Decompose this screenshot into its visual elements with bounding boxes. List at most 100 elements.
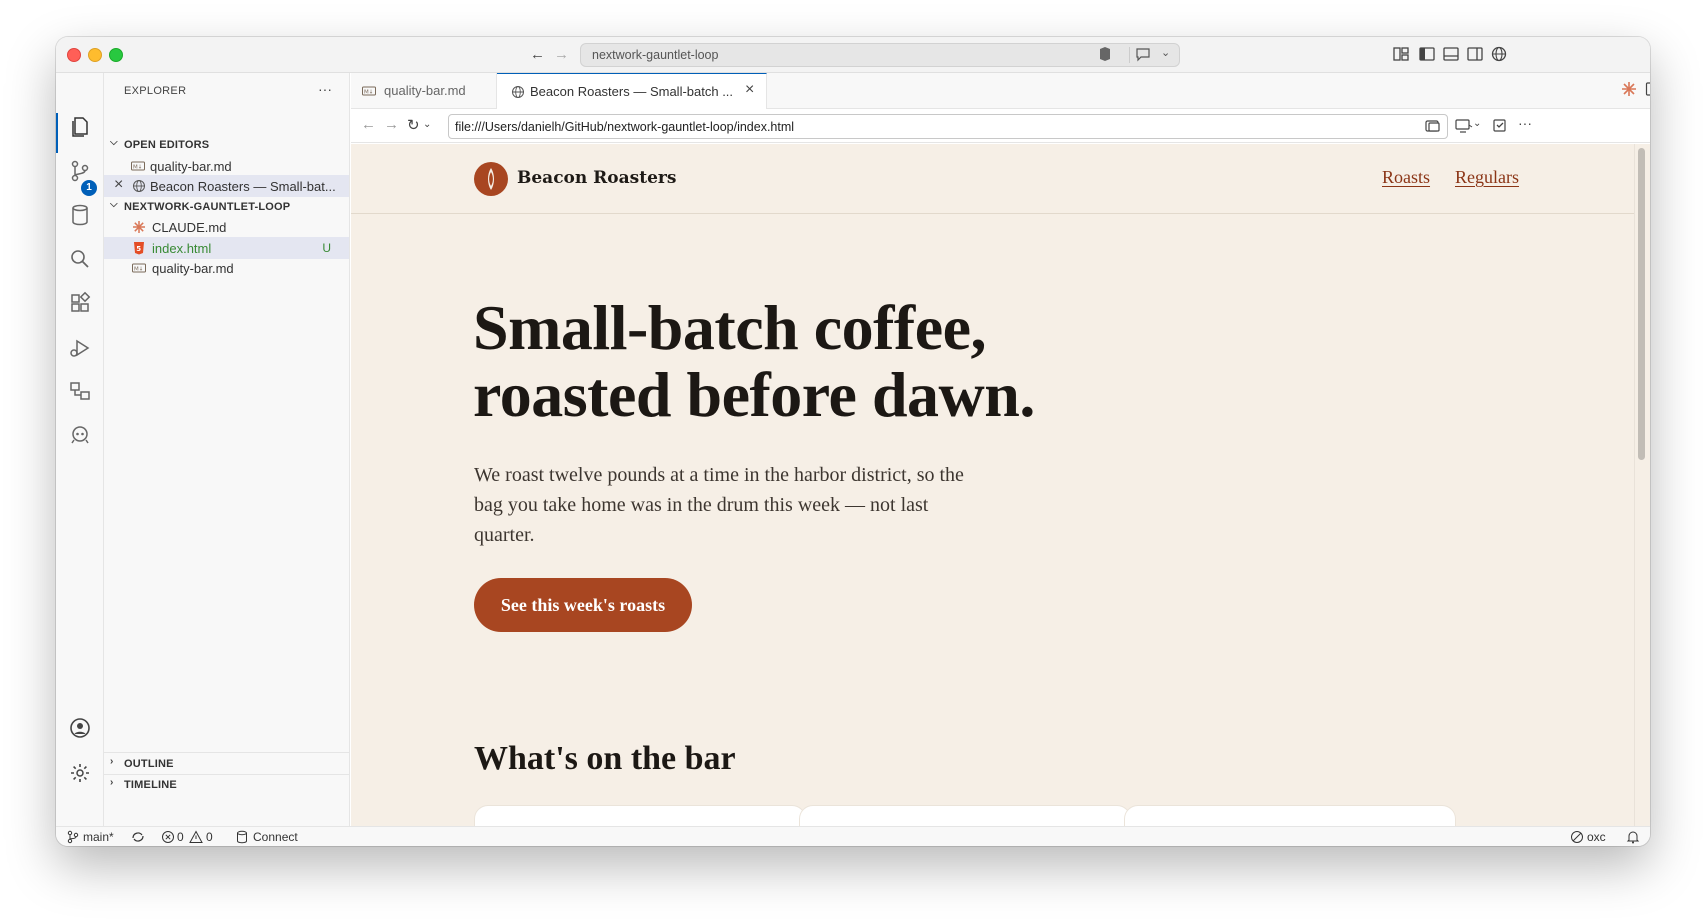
markdown-icon: M↓ [131,161,145,171]
toggle-panel-icon[interactable] [1442,45,1460,63]
webpage-preview: Beacon Roasters Roasts Regulars Small-ba… [351,144,1650,826]
file-item[interactable]: M↓ quality-bar.md [104,257,349,279]
roast-card[interactable] [799,805,1131,826]
chevron-right-icon: › [110,777,114,788]
screencast-icon[interactable] [1455,118,1473,134]
title-bar: ← → nextwork-gauntlet-loop ⌄ [56,37,1650,73]
sync-icon[interactable] [130,830,146,844]
window-maximize-button[interactable] [109,48,123,62]
file-item[interactable]: 5 index.html U [104,237,349,259]
warning-count[interactable]: 0 [206,830,213,844]
explorer-icon[interactable] [68,115,92,139]
nav-link-regulars[interactable]: Regulars [1455,167,1519,188]
browser-back-icon[interactable]: ← [361,116,376,133]
markdown-icon: M↓ [132,263,146,273]
tab-quality-bar[interactable]: M↓ quality-bar.md [351,73,497,109]
site-header: Beacon Roasters Roasts Regulars [351,144,1634,214]
globe-icon [512,86,524,98]
close-icon[interactable]: × [114,176,123,194]
git-branch-icon[interactable] [66,830,80,844]
split-editor-icon[interactable] [1645,81,1650,97]
scrollbar-thumb[interactable] [1638,148,1645,460]
file-item[interactable]: CLAUDE.md [104,216,349,238]
vscode-window: ← → nextwork-gauntlet-loop ⌄ 1 EXPLORER … [56,37,1650,846]
database-icon[interactable] [236,830,248,844]
chevron-right-icon: › [110,756,114,767]
command-center[interactable]: nextwork-gauntlet-loop ⌄ [580,43,1180,67]
hero-title: Small-batch coffee, roasted before dawn. [473,292,1035,430]
chevron-down-icon[interactable]: ⌄ [1161,46,1170,59]
toggle-primary-sidebar-icon[interactable] [1418,45,1436,63]
markdown-icon: M↓ [362,86,376,96]
browser-forward-icon[interactable]: → [384,116,399,133]
hero-subtitle: We roast twelve pounds at a time in the … [474,464,964,546]
see-roasts-button[interactable]: See this week's roasts [474,578,692,632]
open-external-icon[interactable] [1425,119,1441,133]
reload-icon[interactable]: ↻ [407,116,420,134]
browser-toolbar: ← → ↻ ⌄ file:///Users/danielh/GitHub/nex… [351,109,1650,143]
window-close-button[interactable] [67,48,81,62]
sidebar-title: EXPLORER [124,85,187,97]
open-editor-item[interactable]: × Beacon Roasters — Small-bat... [104,175,349,197]
chevron-down-icon: ⌵ [110,199,118,210]
activity-bar: 1 [56,73,104,826]
claude-asterisk-icon [133,221,145,233]
chevron-down-icon[interactable]: ⌄ [423,119,431,130]
scrollbar[interactable] [1634,144,1650,826]
add-to-chat-icon[interactable] [1492,118,1508,134]
untracked-badge: U [322,241,331,255]
roast-card[interactable] [1124,805,1456,826]
open-editors-section[interactable]: ⌵ OPEN EDITORS [104,134,349,156]
settings-gear-icon[interactable] [68,761,92,785]
error-count[interactable]: 0 [177,830,184,844]
open-editor-item[interactable]: M↓ quality-bar.md [104,155,349,177]
copilot-icon[interactable] [1096,45,1114,63]
error-icon[interactable] [161,830,175,844]
svg-text:M↓: M↓ [133,164,142,171]
chevron-down-icon: ⌵ [110,137,118,148]
oxc-status-icon[interactable] [1570,830,1584,844]
scm-badge: 1 [81,180,97,196]
customize-layout-icon[interactable] [1392,45,1410,63]
window-minimize-button[interactable] [88,48,102,62]
search-icon[interactable] [68,247,92,271]
connect-label[interactable]: Connect [253,830,298,844]
oxc-label[interactable]: oxc [1587,830,1606,844]
roast-card[interactable] [474,805,806,826]
branch-name[interactable]: main* [83,830,114,844]
notifications-bell-icon[interactable] [1626,830,1640,844]
warning-icon[interactable] [189,830,203,844]
outline-section[interactable]: › OUTLINE [104,753,349,775]
chevron-down-icon[interactable]: ⌄ [1473,118,1481,129]
more-actions-icon[interactable]: ··· [318,81,332,97]
database-icon[interactable] [68,203,92,227]
account-icon[interactable] [68,716,92,740]
copilot-chat-icon[interactable] [68,423,92,447]
section-title: What's on the bar [474,740,736,777]
status-bar: main* 0 0 Connect oxc [56,826,1650,846]
toggle-secondary-sidebar-icon[interactable] [1466,45,1484,63]
more-actions-icon[interactable]: ··· [1518,115,1532,131]
url-text: file:///Users/danielh/GitHub/nextwork-ga… [455,120,795,134]
extensions-icon[interactable] [68,291,92,315]
chat-icon[interactable] [1135,46,1151,62]
run-debug-icon[interactable] [68,336,92,360]
globe-icon [133,180,145,192]
url-input[interactable]: file:///Users/danielh/GitHub/nextwork-ga… [448,114,1448,139]
command-center-text: nextwork-gauntlet-loop [592,48,719,62]
tab-close-icon[interactable]: × [745,81,754,99]
brand-name[interactable]: Beacon Roasters [517,168,676,188]
back-arrow-icon[interactable]: ← [530,46,545,63]
remote-explorer-icon[interactable] [68,379,92,403]
nav-link-roasts[interactable]: Roasts [1382,167,1430,188]
svg-text:M↓: M↓ [364,89,373,96]
tab-beacon-roasters[interactable]: Beacon Roasters — Small-batch ... × [497,73,767,110]
forward-arrow-icon[interactable]: → [554,46,569,63]
globe-icon[interactable] [1490,45,1508,63]
editor-tabs: M↓ quality-bar.md Beacon Roasters — Smal… [351,73,1650,110]
claude-asterisk-icon[interactable] [1621,81,1637,97]
timeline-section[interactable]: › TIMELINE [104,774,349,796]
svg-text:M↓: M↓ [134,266,143,273]
folder-section[interactable]: ⌵ NEXTWORK-GAUNTLET-LOOP [104,196,349,218]
beacon-logo-icon[interactable] [474,162,508,196]
